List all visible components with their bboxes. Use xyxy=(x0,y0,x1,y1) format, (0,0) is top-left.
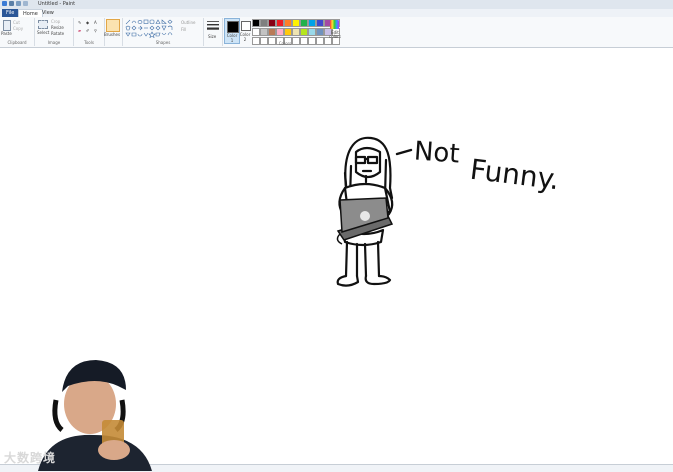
palette-swatch[interactable] xyxy=(276,28,284,36)
palette-swatch[interactable] xyxy=(308,19,316,27)
fill-dropdown[interactable]: Fill xyxy=(181,27,186,32)
fill-bucket-icon[interactable]: ◆ xyxy=(86,20,89,25)
window-title: Untitled - Paint xyxy=(38,1,76,7)
watermark: 大数跨境 xyxy=(4,451,57,465)
tab-view[interactable]: View xyxy=(38,9,58,17)
group-label-clipboard: Clipboard xyxy=(7,40,27,45)
palette-swatch[interactable] xyxy=(292,19,300,27)
palette-swatch[interactable] xyxy=(284,19,292,27)
resize-button[interactable]: Resize xyxy=(51,25,64,30)
group-label-shapes: Shapes xyxy=(155,40,171,45)
drawing-caption-not: Not xyxy=(413,136,461,170)
magnifier-icon[interactable]: ⚲ xyxy=(94,28,97,33)
pencil-icon[interactable]: ✎ xyxy=(78,20,81,25)
size-icon[interactable] xyxy=(207,20,219,32)
group-shapes: Outline Fill Shapes xyxy=(123,18,204,46)
color1-label: Color 1 xyxy=(226,33,238,43)
group-size: Size xyxy=(204,18,223,46)
group-label-colors: Colors xyxy=(278,41,292,46)
group-clipboard: Paste Cut Copy Clipboard xyxy=(0,18,35,46)
palette-swatch[interactable] xyxy=(260,19,268,27)
palette-swatch[interactable] xyxy=(276,19,284,27)
palette-swatch[interactable] xyxy=(252,28,260,36)
group-label-tools: Tools xyxy=(84,40,94,45)
text-tool-icon[interactable]: A xyxy=(94,20,97,25)
size-button[interactable]: Size xyxy=(208,34,216,39)
ribbon-tabs: File Home View xyxy=(0,9,673,17)
crop-button[interactable]: Crop xyxy=(51,19,60,24)
palette-swatch[interactable] xyxy=(316,19,324,27)
apple-logo-shape xyxy=(360,211,370,221)
palette-swatch[interactable] xyxy=(300,28,308,36)
select-icon[interactable] xyxy=(38,20,48,29)
palette-swatch[interactable] xyxy=(284,28,292,36)
palette-swatch[interactable] xyxy=(268,19,276,27)
cut-button[interactable]: Cut xyxy=(13,20,20,25)
quick-access-toolbar xyxy=(2,1,28,6)
palette-swatch[interactable] xyxy=(316,28,324,36)
brushes-icon[interactable] xyxy=(106,19,120,32)
palette-swatch[interactable] xyxy=(300,19,308,27)
brushes-button[interactable]: Brushes xyxy=(104,32,120,37)
color2-swatch xyxy=(241,21,251,31)
group-image: Select Crop Resize Rotate Image xyxy=(35,18,74,46)
group-label-image: Image xyxy=(47,40,61,45)
tab-file[interactable]: File xyxy=(2,9,19,17)
paint-app-icon xyxy=(2,1,7,6)
group-brushes: Brushes xyxy=(104,18,123,46)
paste-button[interactable]: Paste xyxy=(1,31,12,36)
save-icon[interactable] xyxy=(9,1,14,6)
redo-icon[interactable] xyxy=(23,1,28,6)
palette-swatch[interactable] xyxy=(268,28,276,36)
color-picker-icon[interactable]: ✐ xyxy=(86,28,89,33)
palette-swatch[interactable] xyxy=(252,19,260,27)
rotate-button[interactable]: Rotate xyxy=(51,31,64,36)
eraser-icon[interactable]: ▰ xyxy=(78,28,81,33)
undo-icon[interactable] xyxy=(16,1,21,6)
color1-swatch xyxy=(227,21,239,33)
rainbow-icon xyxy=(330,20,339,29)
palette-swatch[interactable] xyxy=(292,28,300,36)
edit-colors-button[interactable]: Edit colors xyxy=(328,18,342,44)
outline-dropdown[interactable]: Outline xyxy=(181,20,195,25)
paste-icon[interactable] xyxy=(3,20,11,31)
group-tools: ✎ ◆ A ▰ ✐ ⚲ Tools xyxy=(74,18,105,46)
copy-button[interactable]: Copy xyxy=(13,26,23,31)
palette-swatch[interactable] xyxy=(308,28,316,36)
color1-button[interactable]: Color 1 xyxy=(224,18,240,44)
edit-colors-label: Edit colors xyxy=(329,30,341,39)
ribbon: Paste Cut Copy Clipboard Select Crop Res… xyxy=(0,17,673,48)
color2-button[interactable]: Color 2 xyxy=(239,18,251,42)
palette-swatch[interactable] xyxy=(260,28,268,36)
shapes-gallery[interactable] xyxy=(125,19,177,39)
select-button[interactable]: Select xyxy=(37,30,49,35)
